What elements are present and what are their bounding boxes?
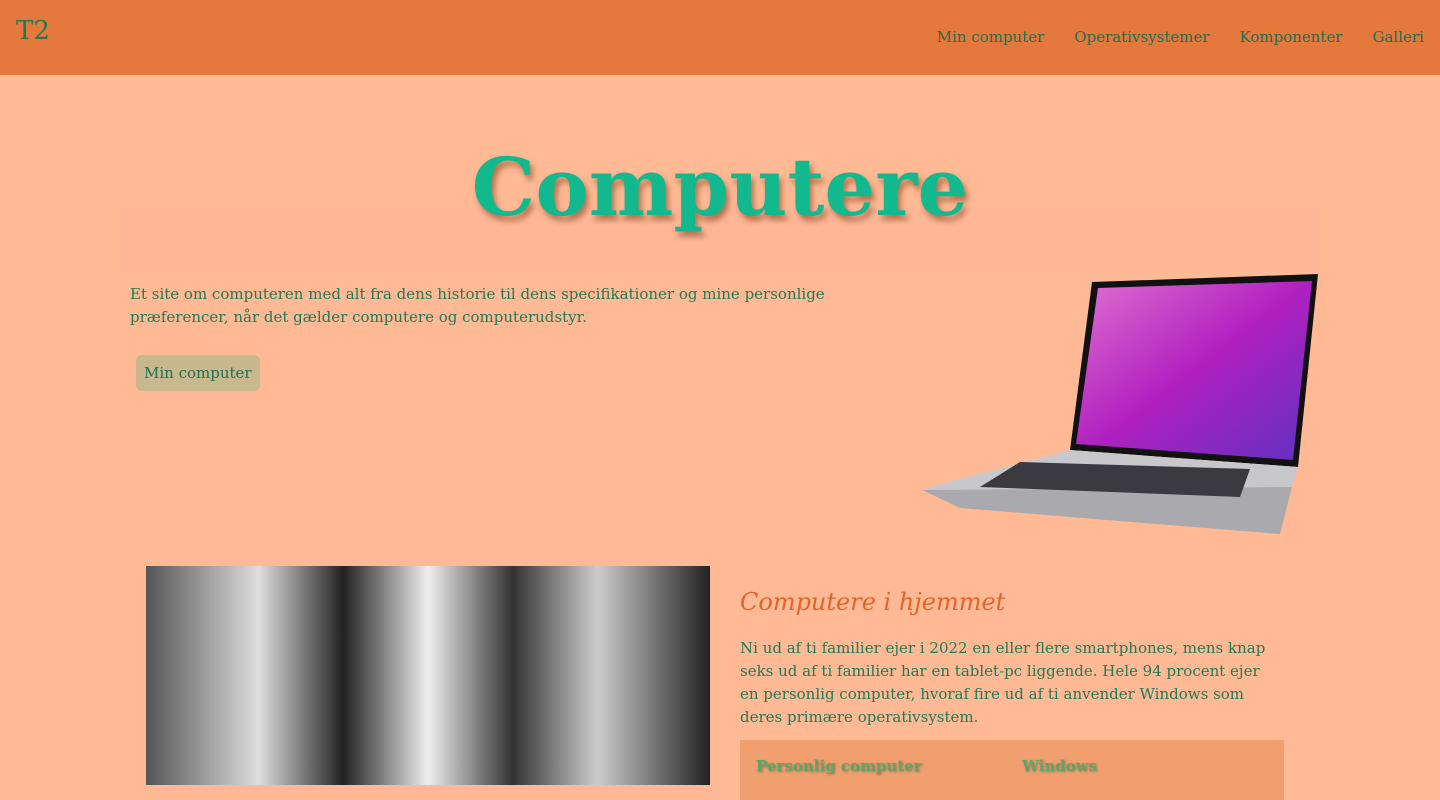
nav-link-operativsystemer[interactable]: Operativsystemer	[1074, 28, 1209, 46]
historic-computer-photo	[146, 566, 710, 785]
intro-text: Et site om computeren med alt fra dens h…	[130, 285, 825, 326]
table-header: Personlig computer	[756, 757, 922, 775]
laptop-image	[922, 274, 1318, 534]
logo[interactable]: T2	[16, 16, 50, 46]
nav-link-min-computer[interactable]: Min computer	[937, 28, 1045, 46]
section-heading: Computere i hjemmet	[740, 588, 1006, 616]
page-title: Computere	[471, 140, 969, 234]
nav-link-komponenter[interactable]: Komponenter	[1240, 28, 1343, 46]
nav-link-galleri[interactable]: Galleri	[1373, 28, 1424, 46]
min-computer-button[interactable]: Min computer	[136, 355, 260, 391]
table-header: Windows	[1022, 757, 1098, 775]
navbar: T2 Min computer Operativsystemer Kompone…	[0, 0, 1440, 75]
stats-table: Personlig computer Windows	[740, 740, 1284, 800]
section-text: Ni ud af ti familier ejer i 2022 en elle…	[740, 639, 1266, 726]
